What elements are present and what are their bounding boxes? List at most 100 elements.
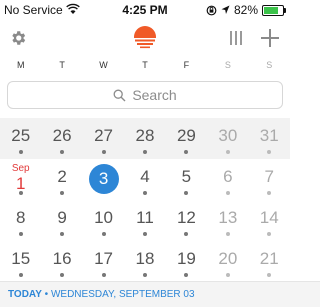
calendar-day[interactable]: 5 (166, 159, 207, 200)
event-dot (225, 273, 230, 277)
event-dot (60, 273, 65, 277)
day-number: 25 (11, 126, 31, 145)
event-dot (184, 232, 189, 236)
search-bar[interactable]: Search (7, 81, 283, 109)
event-dot (142, 150, 147, 154)
calendar-day[interactable]: 26 (41, 118, 82, 159)
calendar-day[interactable]: 4 (124, 159, 165, 200)
today-date: WEDNESDAY, SEPTEMBER 03 (50, 289, 195, 300)
calendar-day[interactable]: 25 (0, 118, 41, 159)
event-dot (101, 273, 106, 277)
month-label: Sep (11, 163, 30, 174)
calendar-day[interactable]: 2 (41, 159, 82, 200)
status-right: 82% (206, 3, 286, 17)
calendar-day[interactable]: 7 (249, 159, 290, 200)
status-bar: No Service 4:25 PM 82% (0, 0, 290, 20)
event-dot (184, 273, 189, 277)
today-bar[interactable]: TODAY • WEDNESDAY, SEPTEMBER 03 (0, 281, 320, 307)
day-number: 9 (57, 208, 67, 227)
event-dot (60, 191, 65, 195)
toolbar (0, 20, 290, 58)
weekday-wed: W (99, 60, 108, 70)
calendar-grid: 25 26 27 28 29 30 31 Sep 1 2 3 4 5 6 7 8 … (0, 118, 290, 281)
day-number: 15 (11, 249, 31, 268)
calendar-week: 15 16 17 18 19 20 21 (0, 241, 290, 282)
day-number: 10 (94, 208, 114, 227)
rotation-lock-icon (206, 5, 217, 15)
calendar-day[interactable]: 27 (83, 118, 124, 159)
calendar-day[interactable]: 20 (207, 241, 248, 282)
day-number: 18 (135, 249, 155, 268)
day-number: 29 (176, 126, 196, 145)
event-dot (184, 191, 189, 195)
weekday-sun: S (266, 60, 273, 70)
day-number: 13 (218, 208, 238, 227)
battery-percent: 82% (233, 3, 258, 17)
sunrise-logo[interactable] (133, 25, 157, 49)
day-number: 11 (136, 208, 154, 227)
weekday-sat: S (224, 60, 231, 70)
day-number: 17 (94, 249, 114, 268)
event-dot (267, 273, 272, 277)
search-placeholder: Search (132, 87, 177, 103)
calendar-day[interactable]: 16 (41, 241, 82, 282)
calendar-day[interactable]: 29 (166, 118, 207, 159)
event-dot (225, 191, 230, 195)
calendar-day[interactable]: 10 (83, 200, 124, 241)
day-number: 27 (94, 126, 114, 145)
day-number: 21 (259, 249, 279, 268)
calendar-day[interactable]: 19 (166, 241, 207, 282)
calendar-day[interactable]: 18 (124, 241, 165, 282)
day-number: 20 (218, 249, 238, 268)
calendar-day[interactable]: 8 (0, 200, 41, 241)
calendar-day[interactable]: 28 (124, 118, 165, 159)
event-dot (142, 273, 147, 277)
day-number: 6 (223, 167, 233, 186)
event-dot (142, 191, 147, 195)
battery-icon (262, 4, 286, 16)
day-number: 19 (176, 249, 196, 268)
event-dot (60, 232, 65, 236)
event-dot (101, 150, 106, 154)
calendar-day[interactable]: 6 (207, 159, 248, 200)
calendar-day[interactable]: Sep 1 (0, 159, 41, 200)
calendar-day[interactable]: 17 (83, 241, 124, 282)
event-dot (18, 191, 23, 195)
calendar-day[interactable]: 14 (249, 200, 290, 241)
weekday-header: M T W T F S S (0, 58, 290, 76)
day-number: 12 (176, 208, 196, 227)
calendar-week: 8 9 10 11 12 13 14 (0, 200, 290, 241)
calendar-day[interactable]: 31 (249, 118, 290, 159)
event-dot (18, 273, 23, 277)
calendar-day[interactable]: 12 (166, 200, 207, 241)
day-number: 28 (135, 126, 155, 145)
calendar-day[interactable]: 21 (249, 241, 290, 282)
calendar-day[interactable]: 9 (41, 200, 82, 241)
calendar-day-selected[interactable]: 3 (83, 159, 124, 200)
event-dot (267, 191, 272, 195)
event-dot (267, 150, 272, 154)
gear-icon[interactable] (9, 29, 27, 47)
event-dot (142, 232, 147, 236)
weekday-tue: T (59, 60, 65, 70)
calendar-day[interactable]: 15 (0, 241, 41, 282)
calendar-week: Sep 1 2 3 4 5 6 7 (0, 159, 290, 200)
today-separator: • (41, 289, 51, 300)
today-label: TODAY (8, 289, 42, 300)
columns-icon[interactable] (229, 30, 243, 46)
event-dot (225, 150, 230, 154)
weekday-thu: T (142, 60, 148, 70)
day-number: 3 (98, 169, 109, 188)
calendar-day[interactable]: 11 (124, 200, 165, 241)
calendar-day[interactable]: 30 (207, 118, 248, 159)
day-number: 31 (259, 126, 279, 145)
plus-icon[interactable] (260, 28, 280, 48)
event-dot (267, 232, 272, 236)
event-dot (60, 150, 65, 154)
day-number: 26 (52, 126, 72, 145)
calendar-day[interactable]: 13 (207, 200, 248, 241)
weekday-fri: F (183, 60, 190, 70)
calendar-week: 25 26 27 28 29 30 31 (0, 118, 290, 159)
event-dot (18, 232, 23, 236)
day-number: 4 (140, 167, 150, 186)
